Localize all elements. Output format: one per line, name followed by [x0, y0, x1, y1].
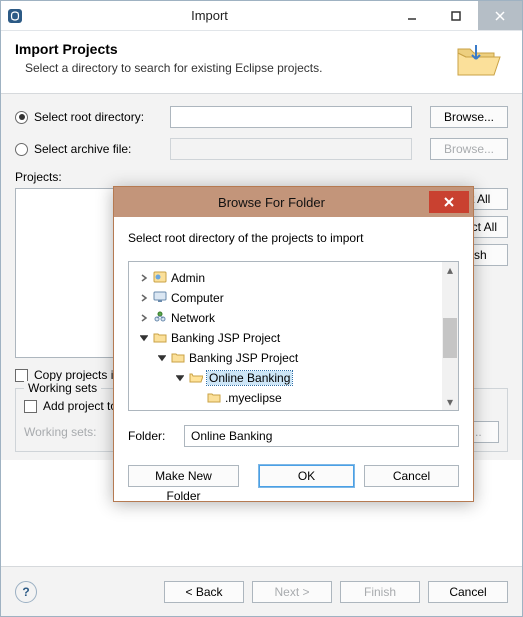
browse-instruction: Select root directory of the projects to… [128, 231, 459, 245]
browse-folder-dialog: Browse For Folder Select root directory … [113, 186, 474, 502]
browse-close-button[interactable] [429, 191, 469, 213]
root-dir-radio[interactable] [15, 111, 28, 124]
archive-radio[interactable] [15, 143, 28, 156]
close-button[interactable] [478, 1, 522, 30]
tree-item-computer[interactable]: Computer [135, 288, 458, 308]
root-dir-label: Select root directory: [34, 110, 164, 124]
scroll-thumb[interactable] [443, 318, 457, 358]
add-project-check[interactable] [24, 400, 37, 413]
browse-title: Browse For Folder [114, 195, 429, 210]
browse-cancel-button[interactable]: Cancel [364, 465, 459, 487]
import-header: Import Projects Select a directory to se… [1, 31, 522, 94]
chevron-down-icon[interactable] [175, 373, 185, 383]
make-new-folder-button[interactable]: Make New Folder [128, 465, 239, 487]
import-header-desc: Select a directory to search for existin… [25, 61, 448, 75]
import-footer: ? < Back Next > Finish Cancel [1, 566, 522, 616]
chevron-down-icon[interactable] [157, 353, 167, 363]
folder-tree[interactable]: Admin Computer Network Banking JSP Proje… [128, 261, 459, 411]
browse-titlebar: Browse For Folder [114, 187, 473, 217]
browse-root-button[interactable]: Browse... [430, 106, 508, 128]
ok-button[interactable]: OK [259, 465, 354, 487]
folder-open-icon [189, 371, 203, 386]
copy-projects-check[interactable] [15, 369, 28, 382]
computer-icon [153, 290, 167, 307]
import-folder-icon [448, 41, 508, 81]
folder-icon [171, 351, 185, 366]
archive-input [170, 138, 412, 160]
back-button[interactable]: < Back [164, 581, 244, 603]
tree-item-network[interactable]: Network [135, 308, 458, 328]
tree-scrollbar[interactable]: ▴ ▾ [442, 262, 458, 410]
user-icon [153, 270, 167, 287]
tree-item-banking-2[interactable]: Banking JSP Project [135, 348, 458, 368]
archive-label: Select archive file: [34, 142, 164, 156]
minimize-button[interactable] [390, 1, 434, 30]
help-icon[interactable]: ? [15, 581, 37, 603]
browse-archive-button: Browse... [430, 138, 508, 160]
chevron-right-icon[interactable] [139, 313, 149, 323]
working-sets-label: Working sets: [24, 425, 114, 439]
cancel-button[interactable]: Cancel [428, 581, 508, 603]
maximize-button[interactable] [434, 1, 478, 30]
folder-icon [207, 391, 221, 406]
tree-item-banking-1[interactable]: Banking JSP Project [135, 328, 458, 348]
folder-icon [153, 331, 167, 346]
chevron-down-icon[interactable] [139, 333, 149, 343]
working-sets-title: Working sets [24, 381, 101, 395]
import-titlebar: Import [1, 1, 522, 31]
root-dir-input[interactable] [170, 106, 412, 128]
finish-button: Finish [340, 581, 420, 603]
tree-item-admin[interactable]: Admin [135, 268, 458, 288]
import-window-title: Import [29, 8, 390, 23]
chevron-right-icon[interactable] [139, 293, 149, 303]
folder-input[interactable] [184, 425, 459, 447]
import-header-title: Import Projects [15, 41, 448, 57]
scroll-down-icon[interactable]: ▾ [442, 394, 458, 410]
next-button: Next > [252, 581, 332, 603]
network-icon [153, 310, 167, 327]
projects-label: Projects: [15, 170, 508, 184]
tree-item-myeclipse[interactable]: .myeclipse [135, 388, 458, 408]
app-icon [1, 8, 29, 24]
folder-field-label: Folder: [128, 429, 176, 443]
tree-item-online-banking[interactable]: Online Banking [135, 368, 458, 388]
scroll-up-icon[interactable]: ▴ [442, 262, 458, 278]
chevron-right-icon[interactable] [139, 273, 149, 283]
